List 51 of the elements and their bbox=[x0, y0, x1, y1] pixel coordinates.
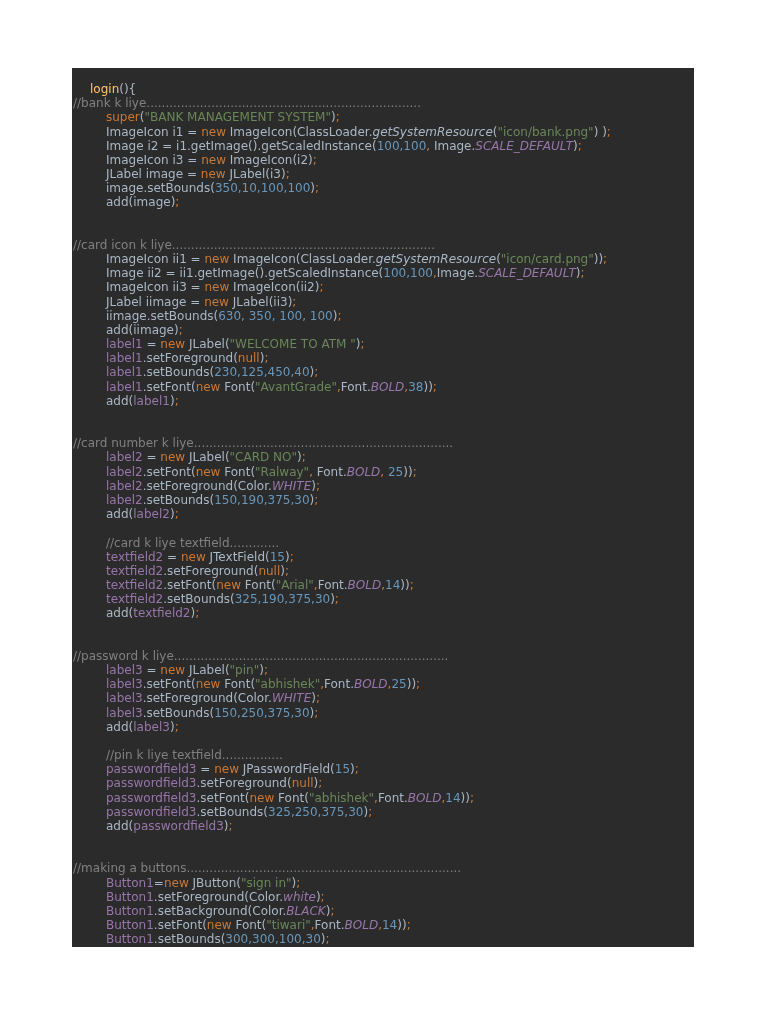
code-line: super("BANK MANAGEMENT SYSTEM"); bbox=[106, 110, 340, 125]
code-line: passwordfield3.setForeground(null); bbox=[106, 776, 323, 791]
code-line: JLabel image = new JLabel(i3); bbox=[106, 167, 290, 182]
code-line: textfield2 = new JTextField(15); bbox=[106, 549, 294, 564]
code-line: //card k liye textfield............. bbox=[106, 535, 280, 550]
code-line: ImageIcon ii3 = new ImageIcon(ii2); bbox=[106, 280, 324, 295]
code-line: Button1=new JButton("sign in"); bbox=[106, 875, 301, 890]
code-line: label3.setForeground(Color.WHITE); bbox=[106, 691, 320, 706]
code-line: label1.setForeground(null); bbox=[106, 351, 269, 366]
code-line: textfield2.setBounds(325,190,375,30); bbox=[106, 592, 339, 607]
code-line: passwordfield3.setFont(new Font("abhishek",Font.BOLD,14)); bbox=[106, 790, 474, 805]
code-line: add(label3); bbox=[106, 719, 179, 734]
code-line: passwordfield3 = new JPasswordField(15); bbox=[106, 762, 359, 777]
code-line: label2 = new JLabel("CARD NO"); bbox=[106, 450, 306, 465]
code-line: label1.setBounds(230,125,450,40); bbox=[106, 365, 319, 380]
code-line: ImageIcon i1 = new ImageIcon(ClassLoader.getSystemResource("icon/bank.png") ); bbox=[106, 124, 611, 139]
code-line: JLabel iimage = new JLabel(ii3); bbox=[106, 294, 297, 309]
code-line: add(iimage); bbox=[106, 322, 183, 338]
code-line: textfield2.setFont(new Font("Arial",Font.BOLD,14)); bbox=[106, 578, 414, 593]
code-line: label2.setBounds(150,190,375,30); bbox=[106, 493, 319, 508]
code-line: //pin k liye textfield................ bbox=[106, 748, 283, 763]
code-line: Button1.setForeground(Color.white); bbox=[106, 889, 325, 904]
code-line: ImageIcon i3 = new ImageIcon(i2); bbox=[106, 152, 317, 168]
comment-line: //bank k liye........................................................................ bbox=[73, 96, 421, 111]
code-line: label1 = new JLabel("WELCOME TO ATM "); bbox=[106, 337, 365, 352]
code-line: Button1.setBounds(300,300,100,30); bbox=[106, 932, 330, 947]
comment-line: //making a buttons........................................................................ bbox=[73, 861, 462, 876]
code-line: label3.setBounds(150,250,375,30); bbox=[106, 705, 319, 720]
code-line: add(label1); bbox=[106, 393, 179, 408]
code-line: label3 = new JLabel("pin"); bbox=[106, 663, 268, 678]
code-line: label1.setFont(new Font("AvantGrade",Font.BOLD,38)); bbox=[106, 379, 437, 394]
code-line: image.setBounds(350,10,100,100); bbox=[106, 181, 320, 196]
code-line: add(label2); bbox=[106, 507, 179, 522]
code-line: Button1.setBackground(Color.BLACK); bbox=[106, 903, 335, 919]
code-line: label2.setFont(new Font("Ralway", Font.BOLD, 25)); bbox=[106, 464, 417, 479]
code-line: add(passwordfield3); bbox=[106, 818, 233, 834]
code-line: add(image); bbox=[106, 195, 180, 210]
comment-line: //password k liye........................................................................ bbox=[73, 648, 449, 664]
code-line: textfield2.setForeground(null); bbox=[106, 563, 289, 578]
code-line: label3.setFont(new Font("abhishek",Font.BOLD,25)); bbox=[106, 677, 421, 692]
code-line: login(){ bbox=[90, 82, 137, 97]
code-line: Button1.setFont(new Font("tiwari",Font.BOLD,14)); bbox=[106, 918, 411, 933]
code-line: iimage.setBounds(630, 350, 100, 100); bbox=[106, 308, 342, 323]
comment-line: //card number k liye.................................................................... bbox=[73, 436, 454, 451]
code-line: passwordfield3.setBounds(325,250,375,30); bbox=[106, 804, 373, 819]
code-line: add(textfield2); bbox=[106, 606, 200, 621]
code-line: Image ii2 = ii1.getImage().getScaledInstance(100,100,Image.SCALE_DEFAULT); bbox=[106, 266, 585, 281]
comment-line: //card icon k liye..................................................................... bbox=[73, 237, 435, 253]
code-line: Image i2 = i1.getImage().getScaledInstance(100,100, Image.SCALE_DEFAULT); bbox=[106, 138, 582, 153]
code-line: ImageIcon ii1 = new ImageIcon(ClassLoader.getSystemResource("icon/card.png")); bbox=[106, 252, 608, 267]
code-line: label2.setForeground(Color.WHITE); bbox=[106, 478, 320, 493]
